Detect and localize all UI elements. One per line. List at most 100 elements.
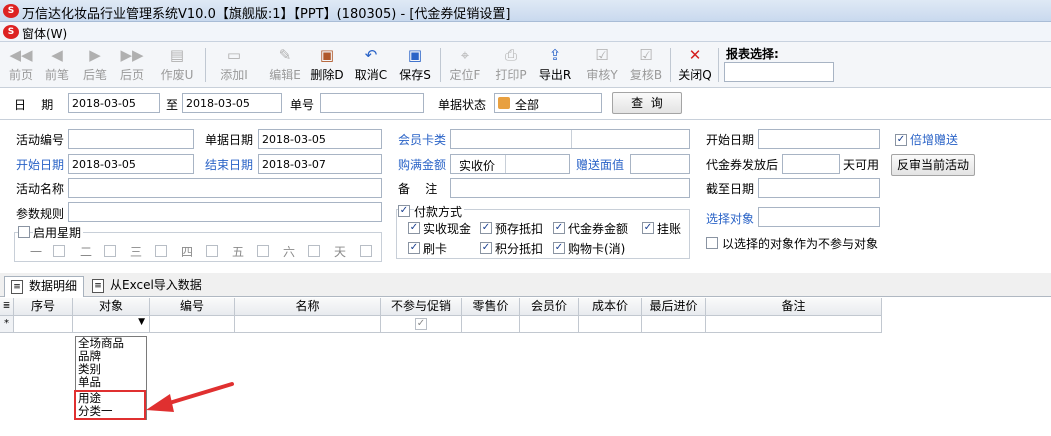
export-button[interactable]: ⇪ 导出R (536, 44, 574, 86)
table-cell[interactable] (642, 316, 706, 333)
column-header[interactable]: 会员价 (520, 298, 579, 316)
exclude-promo-checkbox[interactable]: ✓ (415, 318, 427, 330)
doc-date-input[interactable] (258, 129, 382, 149)
column-header[interactable]: 编号 (150, 298, 235, 316)
dropdown-option[interactable]: 单品 (76, 376, 146, 389)
voucher-after-input[interactable] (782, 154, 840, 174)
undo-button[interactable]: ↶ 取消C (352, 44, 390, 86)
payment-credit-checkbox[interactable]: ✓ (642, 222, 654, 234)
payment-points-checkbox[interactable]: ✓ (480, 242, 492, 254)
weekday-mon-checkbox[interactable] (53, 245, 65, 257)
date-from-input[interactable] (68, 93, 160, 113)
prev-record-button[interactable]: ◀ 前笔 (38, 44, 76, 86)
first-page-icon: ◀◀ (9, 46, 33, 64)
activity-no-input[interactable] (68, 129, 194, 149)
payment-prepaid-label: 预存抵扣 (495, 222, 544, 236)
payment-checkbox[interactable]: ✓ (398, 205, 410, 217)
close-button[interactable]: ✕ 关闭Q (676, 44, 714, 86)
remark-input[interactable] (450, 178, 690, 198)
undo-icon: ↶ (364, 46, 378, 64)
query-button[interactable]: 查 询 (612, 92, 682, 114)
field-divider (571, 130, 572, 148)
column-header[interactable]: 名称 (235, 298, 381, 316)
table-cell[interactable] (579, 316, 642, 333)
column-header[interactable]: 最后进价 (642, 298, 706, 316)
select-target-input[interactable] (758, 207, 880, 227)
add-button[interactable]: ▭ 添加I (215, 44, 253, 86)
remark-label: 备 注 (398, 182, 438, 196)
save-icon: ▣ (407, 46, 423, 64)
deadline-input[interactable] (758, 178, 880, 198)
print-button[interactable]: ⎙ 打印P (492, 44, 530, 86)
status-select[interactable]: 全部 (494, 93, 602, 113)
table-cell[interactable] (520, 316, 579, 333)
tab-data-detail[interactable]: ≡ 数据明细 (4, 276, 85, 297)
first-page-button[interactable]: ◀◀ 前页 (2, 44, 40, 86)
column-header[interactable]: 序号 (14, 298, 73, 316)
menu-window[interactable]: 窗体(W) (22, 25, 67, 42)
highlight-box (74, 390, 146, 420)
chevron-down-icon[interactable]: ▼ (138, 317, 145, 327)
tab-strip: ≡ 数据明细 ≡ 从Excel导入数据 (0, 273, 1051, 297)
table-cell[interactable] (235, 316, 381, 333)
weekday-tue-checkbox[interactable] (104, 245, 116, 257)
payment-cash-checkbox[interactable]: ✓ (408, 222, 420, 234)
new-row-marker: * (0, 316, 14, 333)
last-page-button[interactable]: ▶▶ 后页 (113, 44, 151, 86)
toolbar-separator (440, 48, 441, 82)
report-select-input[interactable] (724, 62, 834, 82)
double-gift-checkbox[interactable]: ✓ (895, 134, 907, 146)
weekday-wed-checkbox[interactable] (155, 245, 167, 257)
column-header[interactable]: 对象 (73, 298, 150, 316)
payment-voucher-checkbox[interactable]: ✓ (553, 222, 565, 234)
exclude-selected-checkbox[interactable] (706, 237, 718, 249)
tab-excel-import[interactable]: ≡ 从Excel导入数据 (86, 276, 208, 297)
activity-name-input[interactable] (68, 178, 382, 198)
app-menu-icon[interactable]: S (3, 25, 19, 39)
table-cell[interactable] (706, 316, 882, 333)
table-cell[interactable]: ✓ (381, 316, 462, 333)
review-icon: ☑ (639, 46, 653, 64)
menu-bar: S 窗体(W) (0, 22, 1051, 42)
locate-button[interactable]: ⌖ 定位F (446, 44, 484, 86)
start-date-right-input[interactable] (758, 129, 880, 149)
enable-weekday-checkbox[interactable] (18, 226, 30, 238)
weekday-sun-checkbox[interactable] (360, 245, 372, 257)
edit-button[interactable]: ✎ 编辑E (266, 44, 304, 86)
weekday-thu-checkbox[interactable] (206, 245, 218, 257)
end-date-input[interactable] (258, 154, 382, 174)
object-select-cell[interactable]: ▼ (73, 316, 150, 333)
member-card-field[interactable] (450, 129, 690, 149)
date-to-input[interactable] (182, 93, 282, 113)
column-header[interactable]: 零售价 (462, 298, 520, 316)
column-header[interactable]: 成本价 (579, 298, 642, 316)
weekday-fri-checkbox[interactable] (257, 245, 269, 257)
doc-no-input[interactable] (320, 93, 424, 113)
table-cell[interactable] (14, 316, 73, 333)
reverse-approve-button[interactable]: 反审当前活动 (891, 154, 975, 176)
start-date-label: 开始日期 (16, 158, 65, 172)
save-button[interactable]: ▣ 保存S (396, 44, 434, 86)
next-record-button[interactable]: ▶ 后笔 (76, 44, 114, 86)
full-amount-field[interactable]: 实收价 (450, 154, 570, 174)
table-cell[interactable] (150, 316, 235, 333)
payment-shopcard-label: 购物卡(消) (568, 242, 626, 256)
weekday-sat-checkbox[interactable] (308, 245, 320, 257)
weekday-thu-label: 四 (181, 245, 194, 259)
select-target-label[interactable]: 选择对象 (706, 210, 754, 227)
start-date-input[interactable] (68, 154, 194, 174)
member-card-label[interactable]: 会员卡类 (398, 131, 446, 148)
enable-weekday-label: 启用星期 (33, 224, 84, 241)
gift-value-input[interactable] (630, 154, 690, 174)
payment-prepaid-checkbox[interactable]: ✓ (480, 222, 492, 234)
payment-card-checkbox[interactable]: ✓ (408, 242, 420, 254)
payment-shopcard-checkbox[interactable]: ✓ (553, 242, 565, 254)
table-cell[interactable] (462, 316, 520, 333)
delete-button[interactable]: ▣ 删除D (308, 44, 346, 86)
column-header[interactable]: 备注 (706, 298, 882, 316)
approve-button[interactable]: ☑ 审核Y (583, 44, 621, 86)
void-button[interactable]: ▤ 作废U (158, 44, 196, 86)
column-header[interactable]: 不参与促销 (381, 298, 462, 316)
review-button[interactable]: ☑ 复核B (627, 44, 665, 86)
param-rule-input[interactable] (68, 202, 382, 222)
